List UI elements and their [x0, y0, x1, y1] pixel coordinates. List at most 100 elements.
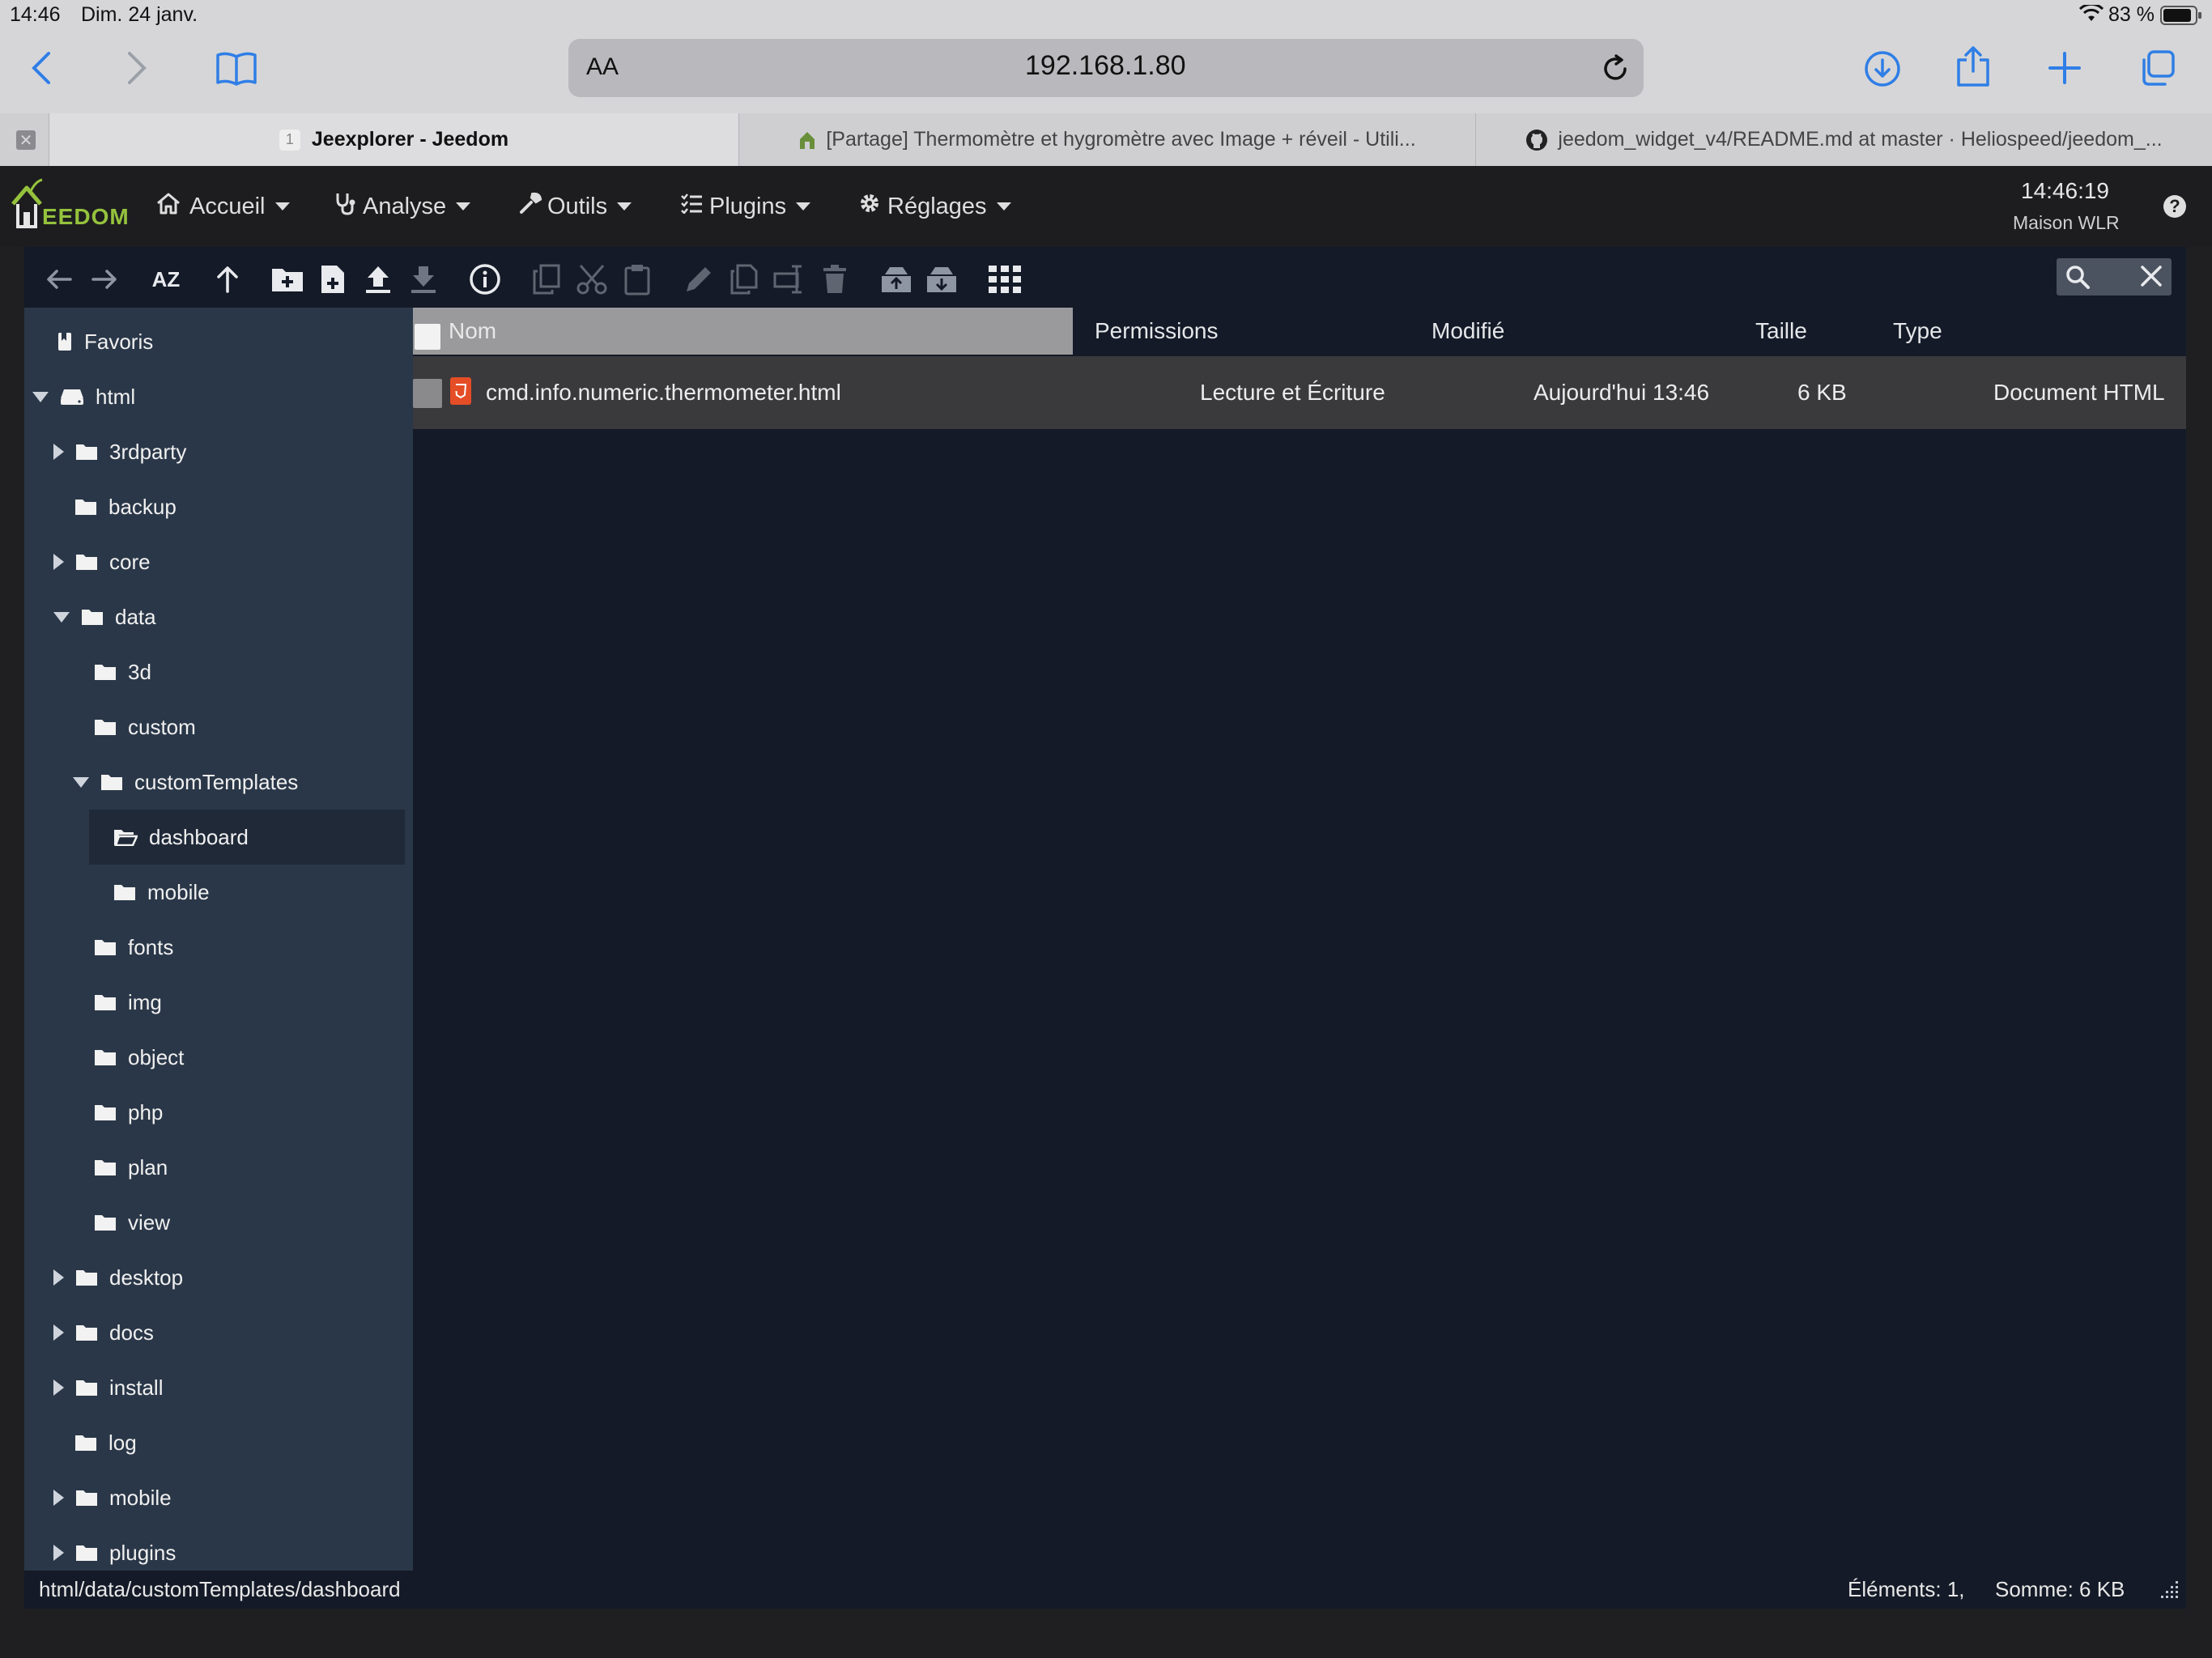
tree-item-label: 3d — [128, 659, 151, 684]
tree-item[interactable]: fonts — [94, 920, 173, 975]
share-icon[interactable] — [1955, 45, 1992, 87]
tree-item[interactable]: object — [94, 1030, 184, 1085]
menu-label: Outils — [547, 193, 608, 219]
arrow-up-icon[interactable] — [209, 261, 246, 298]
column-name[interactable]: Nom — [449, 308, 496, 355]
edit-pencil-icon[interactable] — [680, 261, 717, 298]
tree-item[interactable]: log — [74, 1415, 137, 1470]
status-time: 14:46 — [10, 3, 61, 26]
column-permissions[interactable]: Permissions — [1095, 308, 1218, 355]
cut-icon[interactable] — [573, 261, 610, 298]
archive-icon[interactable] — [878, 261, 915, 298]
close-tab-icon[interactable]: ✕ — [16, 130, 36, 150]
extract-icon[interactable] — [923, 261, 960, 298]
menu-reglages[interactable]: Réglages — [858, 166, 1011, 247]
tree-item[interactable]: php — [94, 1085, 163, 1140]
tree-item[interactable]: Favoris — [57, 314, 153, 369]
folder-icon — [75, 1379, 98, 1397]
menu-accueil[interactable]: Accueil — [155, 166, 290, 247]
new-file-icon[interactable] — [314, 261, 351, 298]
caret-down-icon[interactable] — [53, 611, 70, 623]
tree-item[interactable]: mobile — [53, 1470, 172, 1525]
caret-right-icon[interactable] — [53, 554, 64, 570]
tree-item-label: plan — [128, 1154, 168, 1180]
row-checkbox[interactable] — [413, 379, 442, 408]
tree-item-label: php — [128, 1099, 164, 1124]
download-icon[interactable] — [405, 261, 442, 298]
tree-item[interactable]: mobile — [113, 865, 210, 920]
tree-item[interactable]: core — [53, 534, 151, 589]
info-icon[interactable] — [466, 261, 504, 298]
tab-jeexplorer[interactable]: 1 Jeexplorer - Jeedom — [49, 113, 738, 166]
reload-icon[interactable] — [1598, 52, 1632, 86]
menu-outils[interactable]: Outils — [518, 166, 632, 247]
upload-icon[interactable] — [359, 261, 397, 298]
url-text[interactable]: 192.168.1.80 — [1025, 50, 1186, 82]
column-modified[interactable]: Modifié — [1431, 308, 1504, 355]
clear-search-icon[interactable] — [2138, 262, 2165, 290]
search-icon[interactable] — [2065, 264, 2091, 290]
tree-item[interactable]: custom — [94, 699, 196, 755]
tree-item[interactable]: dashboard — [89, 810, 405, 865]
tree-item[interactable]: desktop — [53, 1250, 183, 1305]
tree-item[interactable]: 3rdparty — [53, 424, 186, 479]
help-icon[interactable]: ? — [2163, 195, 2186, 218]
resize-grip-icon[interactable] — [2160, 1579, 2180, 1598]
bookmark-icon — [57, 332, 73, 351]
tree-item[interactable]: install — [53, 1360, 163, 1415]
sort-az-icon[interactable]: AZ — [147, 261, 185, 298]
tree-item[interactable]: view — [94, 1195, 170, 1250]
new-tab-icon[interactable] — [2047, 50, 2082, 86]
tree-item[interactable]: 3d — [94, 644, 151, 699]
copy-icon[interactable] — [528, 261, 565, 298]
tree-item[interactable]: plan — [94, 1140, 168, 1195]
duplicate-file-icon[interactable] — [725, 261, 763, 298]
grid-view-icon[interactable] — [986, 261, 1023, 298]
tab-github[interactable]: jeedom_widget_v4/README.md at master · H… — [1475, 113, 2212, 166]
caret-right-icon[interactable] — [53, 1490, 64, 1506]
arrow-left-icon[interactable] — [40, 261, 78, 298]
arrow-right-icon[interactable] — [86, 261, 123, 298]
tree-item[interactable]: customTemplates — [73, 755, 298, 810]
tree-item-label: 3rdparty — [109, 439, 187, 464]
menu-plugins[interactable]: Plugins — [680, 166, 811, 247]
battery-percent: 83 % — [2108, 3, 2155, 26]
caret-right-icon[interactable] — [53, 1324, 64, 1341]
paste-icon[interactable] — [619, 261, 656, 298]
caret-down-icon[interactable] — [32, 391, 49, 402]
menu-analyse[interactable]: Analyse — [334, 166, 471, 247]
tree-item-label: plugins — [109, 1540, 177, 1565]
caret-right-icon[interactable] — [53, 444, 64, 460]
drive-icon — [60, 388, 84, 406]
tabs-overview-icon[interactable] — [2138, 49, 2176, 87]
file-name[interactable]: cmd.info.numeric.thermometer.html — [486, 356, 841, 429]
tree-item[interactable]: html — [32, 369, 135, 424]
caret-right-icon[interactable] — [53, 1380, 64, 1396]
tab-forum[interactable]: [Partage] Thermomètre et hygromètre avec… — [738, 113, 1475, 166]
back-icon[interactable] — [26, 49, 58, 87]
tree-item[interactable]: backup — [74, 479, 177, 534]
status-date: Dim. 24 janv. — [81, 3, 198, 26]
caret-down-icon — [996, 202, 1011, 210]
caret-down-icon[interactable] — [73, 776, 89, 788]
stethoscope-icon — [334, 191, 358, 222]
column-type[interactable]: Type — [1893, 308, 1942, 355]
bookmarks-icon[interactable] — [215, 50, 257, 86]
jeedom-logo[interactable]: EEDOM — [10, 176, 131, 233]
new-folder-icon[interactable] — [269, 261, 306, 298]
tree-item[interactable]: data — [53, 589, 156, 644]
select-all-checkbox[interactable] — [415, 324, 440, 350]
tree-item[interactable]: docs — [53, 1305, 154, 1360]
downloads-icon[interactable] — [1864, 50, 1901, 87]
caret-right-icon[interactable] — [53, 1545, 64, 1561]
tree-item[interactable]: img — [94, 975, 162, 1030]
forward-icon[interactable] — [120, 49, 152, 87]
reader-mode-button[interactable]: AA — [586, 53, 619, 81]
home-name: Maison WLR — [2013, 212, 2120, 233]
column-name-header-bg[interactable] — [413, 308, 1073, 355]
caret-right-icon[interactable] — [53, 1269, 64, 1286]
trash-icon[interactable] — [816, 261, 853, 298]
rename-icon[interactable] — [771, 261, 808, 298]
column-size[interactable]: Taille — [1755, 308, 1807, 355]
wifi-icon — [2078, 2, 2104, 23]
